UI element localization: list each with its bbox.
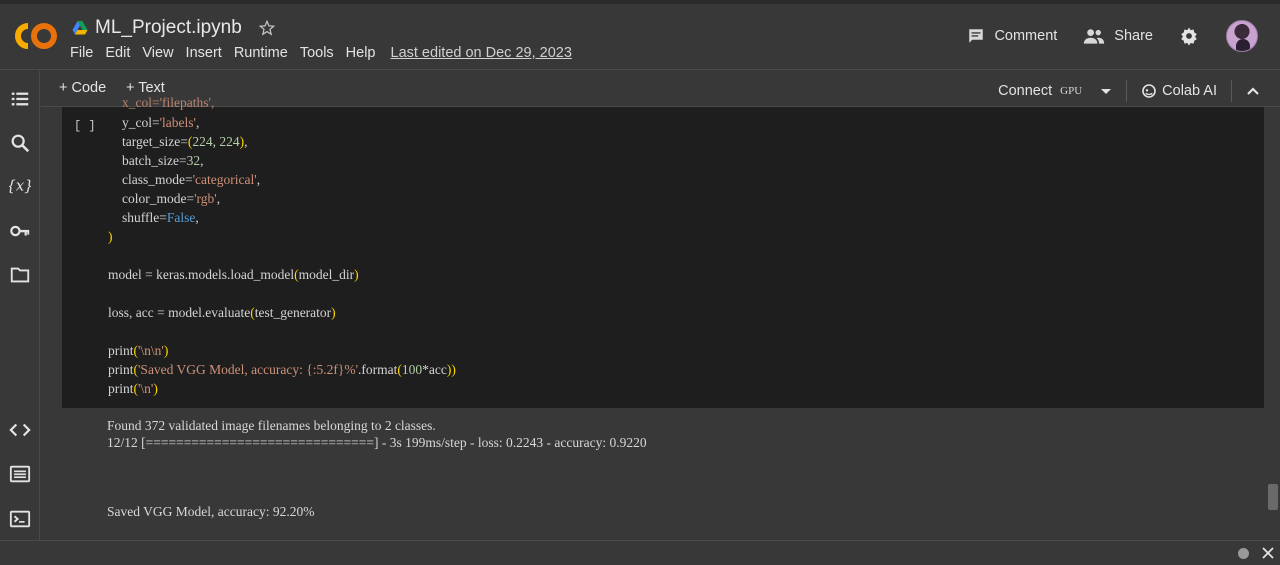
terminal-icon[interactable] bbox=[9, 508, 31, 530]
colab-ai-button[interactable]: Colab AI bbox=[1162, 83, 1217, 99]
toolbar-divider bbox=[1126, 80, 1128, 102]
add-code-cell-button[interactable]: + Code bbox=[59, 80, 106, 96]
colab-logo-icon[interactable] bbox=[14, 22, 58, 50]
menu-help[interactable]: Help bbox=[346, 45, 376, 61]
code-line: model = keras.models.load_model(model_di… bbox=[108, 267, 359, 282]
gear-icon bbox=[1181, 27, 1197, 46]
chevron-down-icon[interactable] bbox=[1100, 86, 1112, 96]
menu-tools[interactable]: Tools bbox=[300, 45, 334, 61]
search-icon[interactable] bbox=[9, 132, 31, 154]
scrollbar-thumb[interactable] bbox=[1268, 484, 1278, 510]
output-line: Found 372 validated image filenames belo… bbox=[107, 418, 436, 433]
output-line: Saved VGG Model, accuracy: 92.20% bbox=[107, 504, 315, 519]
notebook-title[interactable]: ML_Project.ipynb bbox=[95, 17, 242, 39]
share-label: Share bbox=[1114, 28, 1153, 44]
chevron-up-icon[interactable] bbox=[1246, 86, 1260, 96]
code-line: print('Saved VGG Model, accuracy: {:5.2f… bbox=[108, 362, 456, 377]
share-button[interactable]: Share bbox=[1083, 27, 1153, 45]
code-cell[interactable]: [ ] x_col='filepaths', y_col='labels', t… bbox=[62, 95, 1264, 408]
google-drive-icon[interactable] bbox=[72, 20, 88, 36]
comment-button[interactable]: Comment bbox=[967, 27, 1057, 45]
menu-file[interactable]: File bbox=[70, 45, 93, 61]
menu-bar: File Edit View Insert Runtime Tools Help… bbox=[70, 45, 584, 61]
code-line: loss, acc = model.evaluate(test_generato… bbox=[108, 305, 336, 320]
gpu-runtime-label: GPU bbox=[1060, 85, 1083, 97]
comment-label: Comment bbox=[994, 28, 1058, 44]
menu-edit[interactable]: Edit bbox=[105, 45, 130, 61]
code-line: shuffle=False, bbox=[122, 210, 199, 225]
command-palette-icon[interactable] bbox=[9, 463, 31, 485]
notebook-toolbar: + Code + Text Connect GPU Colab AI bbox=[41, 71, 1280, 107]
table-of-contents-icon[interactable] bbox=[9, 88, 31, 110]
status-indicator-icon[interactable] bbox=[1238, 548, 1249, 559]
user-avatar[interactable] bbox=[1226, 20, 1258, 52]
svg-text:{x}: {x} bbox=[9, 178, 31, 195]
code-line: print('\n\n') bbox=[108, 343, 169, 358]
code-line: color_mode='rgb', bbox=[122, 191, 221, 206]
app-header: ML_Project.ipynb File Edit View Insert R… bbox=[0, 0, 1280, 70]
menu-insert[interactable]: Insert bbox=[186, 45, 222, 61]
left-sidebar: {x} bbox=[0, 71, 40, 540]
close-icon[interactable] bbox=[1261, 546, 1275, 560]
colab-ai-icon bbox=[1142, 84, 1156, 98]
code-line: target_size=(224, 224), bbox=[122, 134, 248, 149]
run-cell-indicator[interactable]: [ ] bbox=[74, 119, 96, 133]
variables-icon[interactable]: {x} bbox=[9, 175, 31, 197]
code-line: x_col='filepaths', bbox=[122, 95, 215, 110]
star-icon[interactable] bbox=[258, 19, 276, 37]
add-text-cell-button[interactable]: + Text bbox=[126, 80, 165, 96]
code-line: print('\n') bbox=[108, 381, 158, 396]
secrets-key-icon[interactable] bbox=[9, 220, 31, 242]
people-icon bbox=[1084, 29, 1105, 44]
code-line: batch_size=32, bbox=[122, 153, 204, 168]
comment-icon bbox=[969, 29, 984, 43]
code-line: y_col='labels', bbox=[122, 115, 200, 130]
last-edited-link[interactable]: Last edited on Dec 29, 2023 bbox=[391, 45, 572, 61]
menu-runtime[interactable]: Runtime bbox=[234, 45, 288, 61]
code-line: class_mode='categorical', bbox=[122, 172, 261, 187]
menu-view[interactable]: View bbox=[142, 45, 173, 61]
code-line: ) bbox=[108, 229, 113, 244]
settings-button[interactable] bbox=[1179, 26, 1208, 46]
output-line: 12/12 [==============================] -… bbox=[107, 435, 647, 450]
files-folder-icon[interactable] bbox=[9, 264, 31, 286]
header-top-strip bbox=[0, 0, 1280, 4]
code-snippets-icon[interactable] bbox=[9, 419, 31, 441]
status-bar bbox=[0, 540, 1280, 565]
connect-button[interactable]: Connect bbox=[998, 83, 1052, 99]
toolbar-divider bbox=[1231, 80, 1232, 102]
